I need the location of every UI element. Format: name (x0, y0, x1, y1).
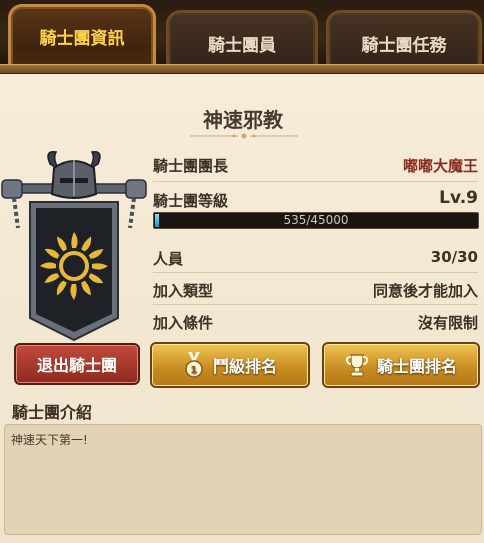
guild-name-title: 神速邪教 (203, 108, 283, 132)
guild-level-label: 騎士團等級 (153, 192, 229, 210)
join-condition-value: 沒有限制 (417, 314, 478, 332)
row-divider (153, 304, 478, 305)
members-label: 人員 (153, 250, 184, 268)
tab-guild-info-label: 騎士團資訊 (39, 29, 125, 49)
medal-icon: 1 (185, 352, 203, 378)
tab-guild-quests[interactable]: 騎士團任務 (326, 10, 482, 66)
guild-exp-bar: 535/45000 (153, 212, 479, 229)
guild-intro-text: 神速天下第一! (11, 433, 88, 447)
leave-guild-button[interactable]: 退出騎士團 (14, 343, 140, 385)
guild-exp-text: 535/45000 (283, 213, 349, 227)
level-ranking-button[interactable]: 1 鬥級排名 (150, 342, 310, 388)
tab-guild-quests-label: 騎士團任務 (361, 36, 447, 56)
level-ranking-button-label: 鬥級排名 (212, 357, 277, 376)
tab-guild-members[interactable]: 騎士團員 (166, 10, 318, 66)
knight-banner-sun-icon (1, 151, 147, 342)
tab-guild-info[interactable]: 騎士團資訊 (8, 4, 156, 66)
guild-intro-title: 騎士團介紹 (12, 403, 93, 422)
guild-intro-box: 神速天下第一! (4, 424, 482, 535)
row-divider (153, 181, 478, 182)
join-type-label: 加入類型 (153, 282, 214, 300)
svg-text:1: 1 (191, 365, 198, 376)
row-divider (153, 272, 478, 273)
join-condition-label: 加入條件 (153, 314, 214, 332)
leave-guild-button-label: 退出騎士團 (36, 356, 117, 375)
trophy-icon (345, 354, 369, 377)
guild-ranking-button[interactable]: 騎士團排名 (322, 342, 480, 388)
guild-ranking-button-label: 騎士團排名 (376, 357, 457, 376)
title-ornament (190, 133, 298, 139)
join-type-value: 同意後才能加入 (372, 282, 478, 300)
guild-level-value: Lv.9 (439, 188, 478, 208)
members-value: 30/30 (430, 248, 478, 266)
tab-guild-members-label: 騎士團員 (208, 36, 276, 56)
leader-name[interactable]: 嘟嘟大魔王 (403, 155, 478, 176)
tab-rail-divider (0, 64, 484, 74)
leader-label: 騎士團團長 (153, 157, 229, 175)
